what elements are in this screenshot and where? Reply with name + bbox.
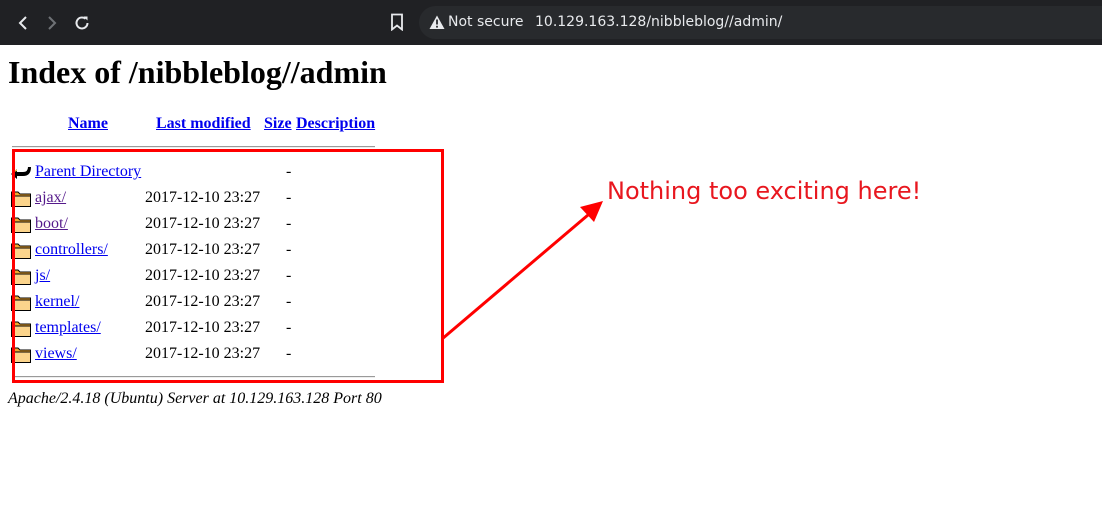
reload-icon bbox=[75, 15, 89, 29]
bookmark-icon bbox=[391, 13, 403, 31]
column-header-description[interactable]: Description bbox=[296, 114, 375, 134]
server-signature: Apache/2.4.18 (Ubuntu) Server at 10.129.… bbox=[8, 390, 382, 407]
chevron-left-icon bbox=[18, 15, 27, 30]
bookmark-button[interactable] bbox=[386, 10, 408, 34]
back-button[interactable] bbox=[8, 0, 38, 45]
page-title: Index of /nibbleblog//admin bbox=[8, 54, 387, 90]
warning-triangle-icon bbox=[429, 15, 445, 29]
security-label[interactable]: Not secure bbox=[448, 13, 524, 31]
chevron-right-icon bbox=[48, 15, 57, 30]
annotation-text: Nothing too exciting here! bbox=[607, 177, 922, 205]
column-header-name[interactable]: Name bbox=[68, 114, 108, 134]
column-header-last-modified[interactable]: Last modified bbox=[156, 114, 251, 134]
forward-button[interactable] bbox=[37, 0, 67, 45]
security-indicator[interactable] bbox=[428, 13, 446, 31]
highlight-box bbox=[12, 149, 444, 383]
browser-toolbar: Not secure 10.129.163.128/nibbleblog//ad… bbox=[0, 0, 1102, 45]
url-text[interactable]: 10.129.163.128/nibbleblog//admin/ bbox=[535, 13, 782, 31]
divider bbox=[12, 146, 375, 148]
column-header-size[interactable]: Size bbox=[264, 114, 292, 134]
reload-button[interactable] bbox=[67, 0, 97, 45]
